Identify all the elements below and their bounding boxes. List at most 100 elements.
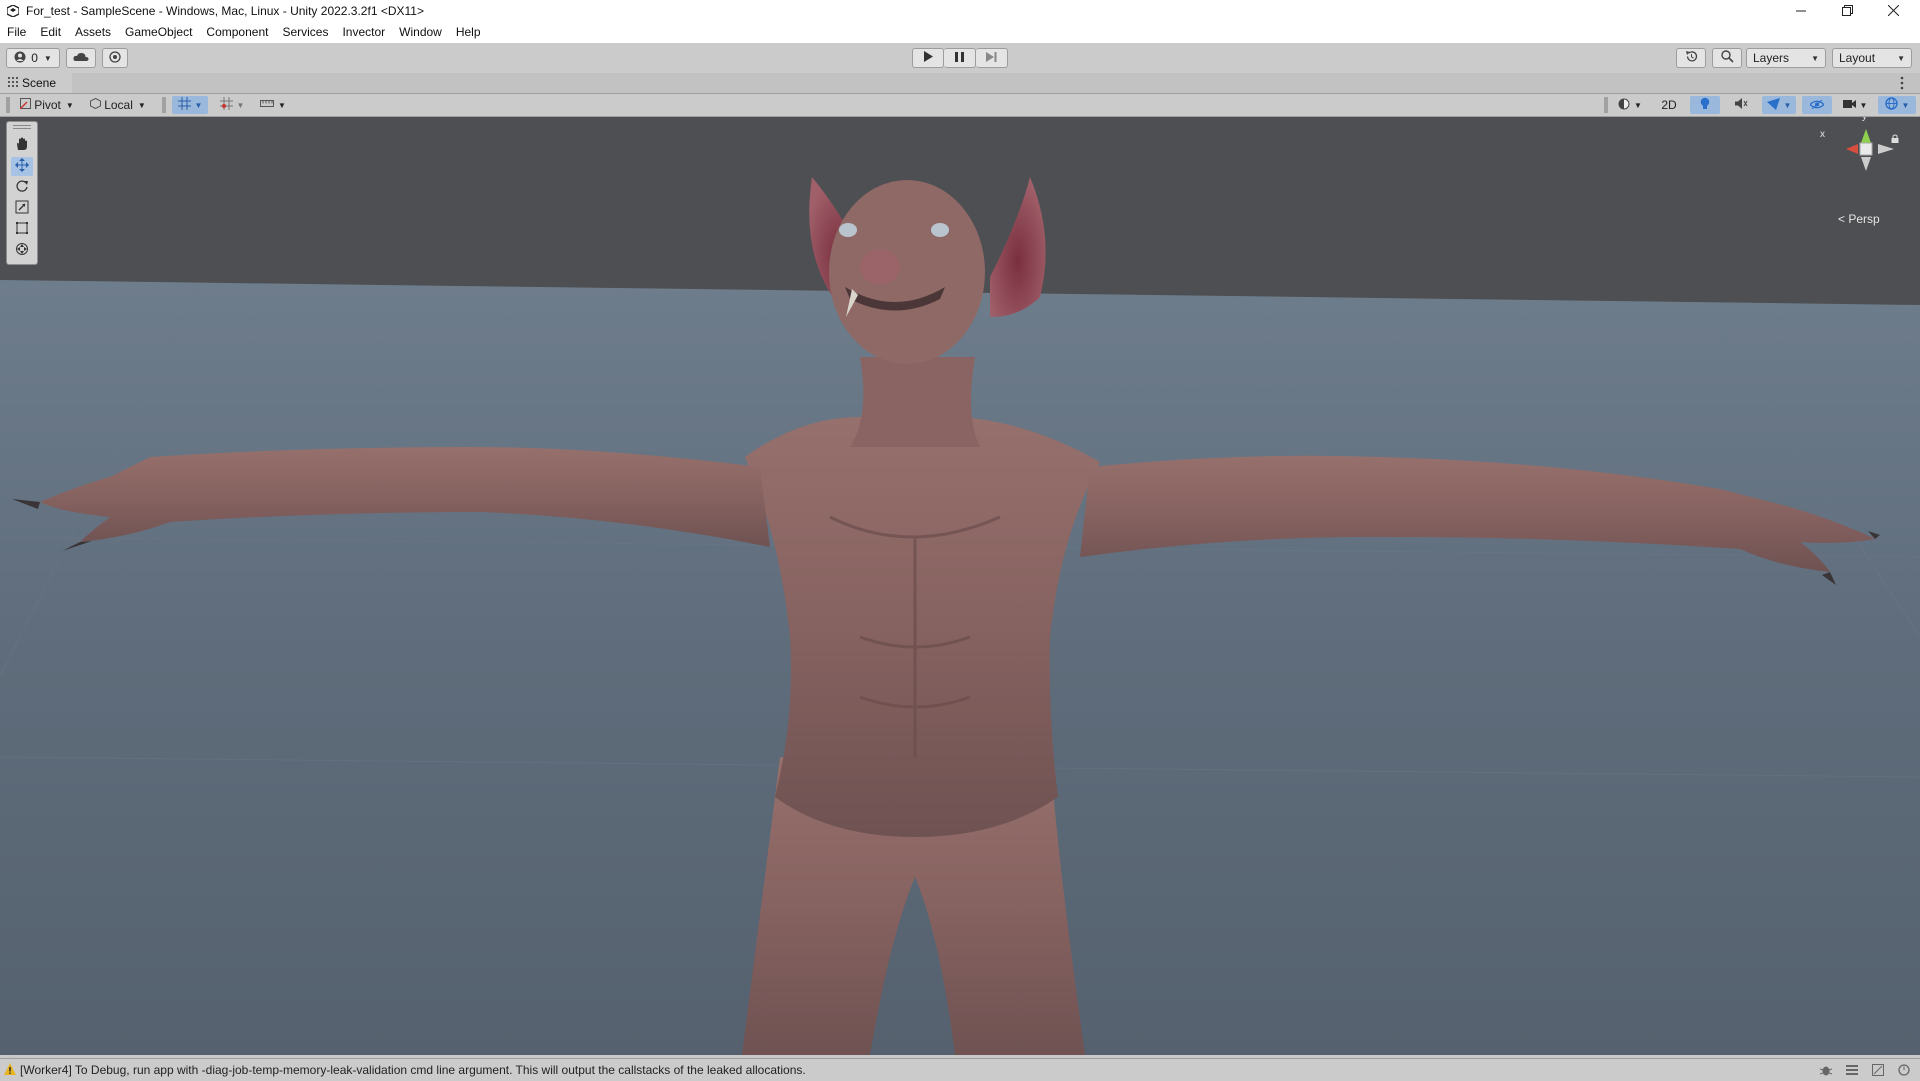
y-axis-label: y: [1862, 117, 1867, 122]
x-axis-cone: [1846, 144, 1858, 154]
search-icon: [1720, 50, 1734, 66]
gizmos-dropdown[interactable]: ▼: [1878, 96, 1916, 114]
chevron-down-icon: ▼: [1634, 100, 1642, 110]
chevron-down-icon: ▼: [236, 100, 245, 110]
collab-button[interactable]: [102, 48, 128, 68]
tool-palette: [6, 121, 38, 265]
hand-tool[interactable]: [11, 136, 33, 155]
account-dropdown[interactable]: 0 ▼: [6, 48, 60, 68]
restore-icon: [1841, 3, 1853, 19]
menu-services[interactable]: Services: [275, 22, 335, 43]
y-axis-cone: [1861, 129, 1871, 143]
history-icon: [1685, 50, 1698, 66]
menu-window[interactable]: Window: [392, 22, 449, 43]
list-icon[interactable]: [1844, 1062, 1860, 1078]
scale-icon: [15, 200, 29, 217]
warning-icon[interactable]: [4, 1062, 16, 1078]
scene-render: [0, 117, 1920, 1055]
close-button[interactable]: [1870, 0, 1916, 22]
account-icon: [14, 51, 26, 66]
status-message[interactable]: [Worker4] To Debug, run app with -diag-j…: [20, 1063, 806, 1077]
menu-invector[interactable]: Invector: [335, 22, 392, 43]
transform-icon: [15, 242, 29, 259]
chevron-down-icon: ▼: [1897, 53, 1905, 63]
menu-assets[interactable]: Assets: [68, 22, 118, 43]
scene-viewport[interactable]: x y: [0, 117, 1920, 1055]
history-button[interactable]: [1676, 48, 1706, 68]
chevron-down-icon: ▼: [1859, 100, 1868, 110]
play-icon: [923, 51, 933, 65]
menu-help[interactable]: Help: [449, 22, 488, 43]
scene-grid-icon: [8, 76, 18, 90]
camera-icon: [1842, 98, 1856, 112]
lock-icon[interactable]: [1891, 132, 1899, 146]
pivot-dropdown[interactable]: Pivot ▼: [16, 96, 78, 114]
menu-component[interactable]: Component: [199, 22, 275, 43]
rect-tool[interactable]: [11, 220, 33, 239]
projection-label: Persp: [1848, 212, 1880, 226]
palette-handle: [13, 125, 31, 129]
search-button[interactable]: [1712, 48, 1742, 68]
minimize-button[interactable]: [1778, 0, 1824, 22]
local-dropdown[interactable]: Local ▼: [86, 96, 150, 114]
audio-toggle[interactable]: [1726, 96, 1756, 114]
panel-tab-bar: Scene: [0, 73, 1920, 94]
network-icon[interactable]: [1870, 1062, 1886, 1078]
grid-icon: [177, 97, 191, 113]
hand-icon: [15, 137, 29, 154]
layers-label: Layers: [1753, 51, 1790, 65]
chevron-down-icon: ▼: [278, 100, 286, 110]
drag-handle-icon: [1604, 97, 1608, 116]
step-button[interactable]: [976, 48, 1008, 68]
bug-icon[interactable]: [1818, 1062, 1834, 1078]
chevron-down-icon: ▼: [194, 100, 203, 110]
main-toolbar: 0 ▼ Layers ▼ Layout ▼: [0, 43, 1920, 74]
scene-toolbar: Pivot ▼ Local ▼ ▼ ▼ ▼ ▼ 2D ▼ ▼ ▼: [0, 94, 1920, 117]
visibility-toggle[interactable]: [1802, 96, 1832, 114]
chevron-down-icon: ▼: [1811, 53, 1819, 63]
increment-snap-button[interactable]: ▼: [214, 96, 250, 114]
move-tool[interactable]: [11, 157, 33, 176]
transform-tool[interactable]: [11, 241, 33, 260]
cloud-button[interactable]: [66, 48, 96, 68]
lighting-toggle[interactable]: [1690, 96, 1720, 114]
close-icon: [1887, 3, 1899, 19]
grid-snap-button[interactable]: ▼: [172, 96, 208, 114]
shading-sphere-icon: [1618, 98, 1630, 113]
rotate-tool[interactable]: [11, 178, 33, 197]
camera-dropdown[interactable]: ▼: [1838, 96, 1872, 114]
eye-icon: [1809, 98, 1825, 112]
snap-icon: [219, 97, 233, 113]
projection-toggle[interactable]: < Persp: [1838, 212, 1880, 226]
tab-scene-label: Scene: [22, 76, 57, 90]
title-bar: For_test - SampleScene - Windows, Mac, L…: [0, 0, 1920, 22]
more-options-icon[interactable]: [1900, 76, 1904, 93]
restore-button[interactable]: [1824, 0, 1870, 22]
local-label: Local: [104, 98, 133, 112]
step-icon: [986, 51, 997, 65]
menu-file[interactable]: File: [0, 22, 33, 43]
ruler-button[interactable]: ▼: [256, 96, 290, 114]
chevron-down-icon: ▼: [137, 100, 146, 110]
window-title: For_test - SampleScene - Windows, Mac, L…: [26, 4, 424, 18]
unity-logo-icon: [6, 4, 20, 18]
orientation-gizmo[interactable]: [1820, 127, 1900, 197]
x-axis-label: x: [1820, 129, 1825, 140]
effects-icon: [1766, 97, 1780, 113]
mode-2d-button[interactable]: 2D: [1654, 96, 1684, 114]
pause-button[interactable]: [944, 48, 976, 68]
effects-dropdown[interactable]: ▼: [1762, 96, 1796, 114]
layers-dropdown[interactable]: Layers ▼: [1746, 48, 1826, 68]
layout-dropdown[interactable]: Layout ▼: [1832, 48, 1912, 68]
ruler-icon: [260, 98, 275, 112]
tab-scene[interactable]: Scene: [0, 73, 72, 93]
persp-chevron-icon: <: [1838, 212, 1846, 226]
progress-icon[interactable]: [1896, 1062, 1912, 1078]
scale-tool[interactable]: [11, 199, 33, 218]
drag-handle-icon: [6, 97, 10, 116]
play-button[interactable]: [912, 48, 944, 68]
menu-gameobject[interactable]: GameObject: [118, 22, 199, 43]
move-icon: [15, 158, 29, 175]
shading-mode-dropdown[interactable]: ▼: [1614, 96, 1646, 114]
menu-edit[interactable]: Edit: [33, 22, 68, 43]
